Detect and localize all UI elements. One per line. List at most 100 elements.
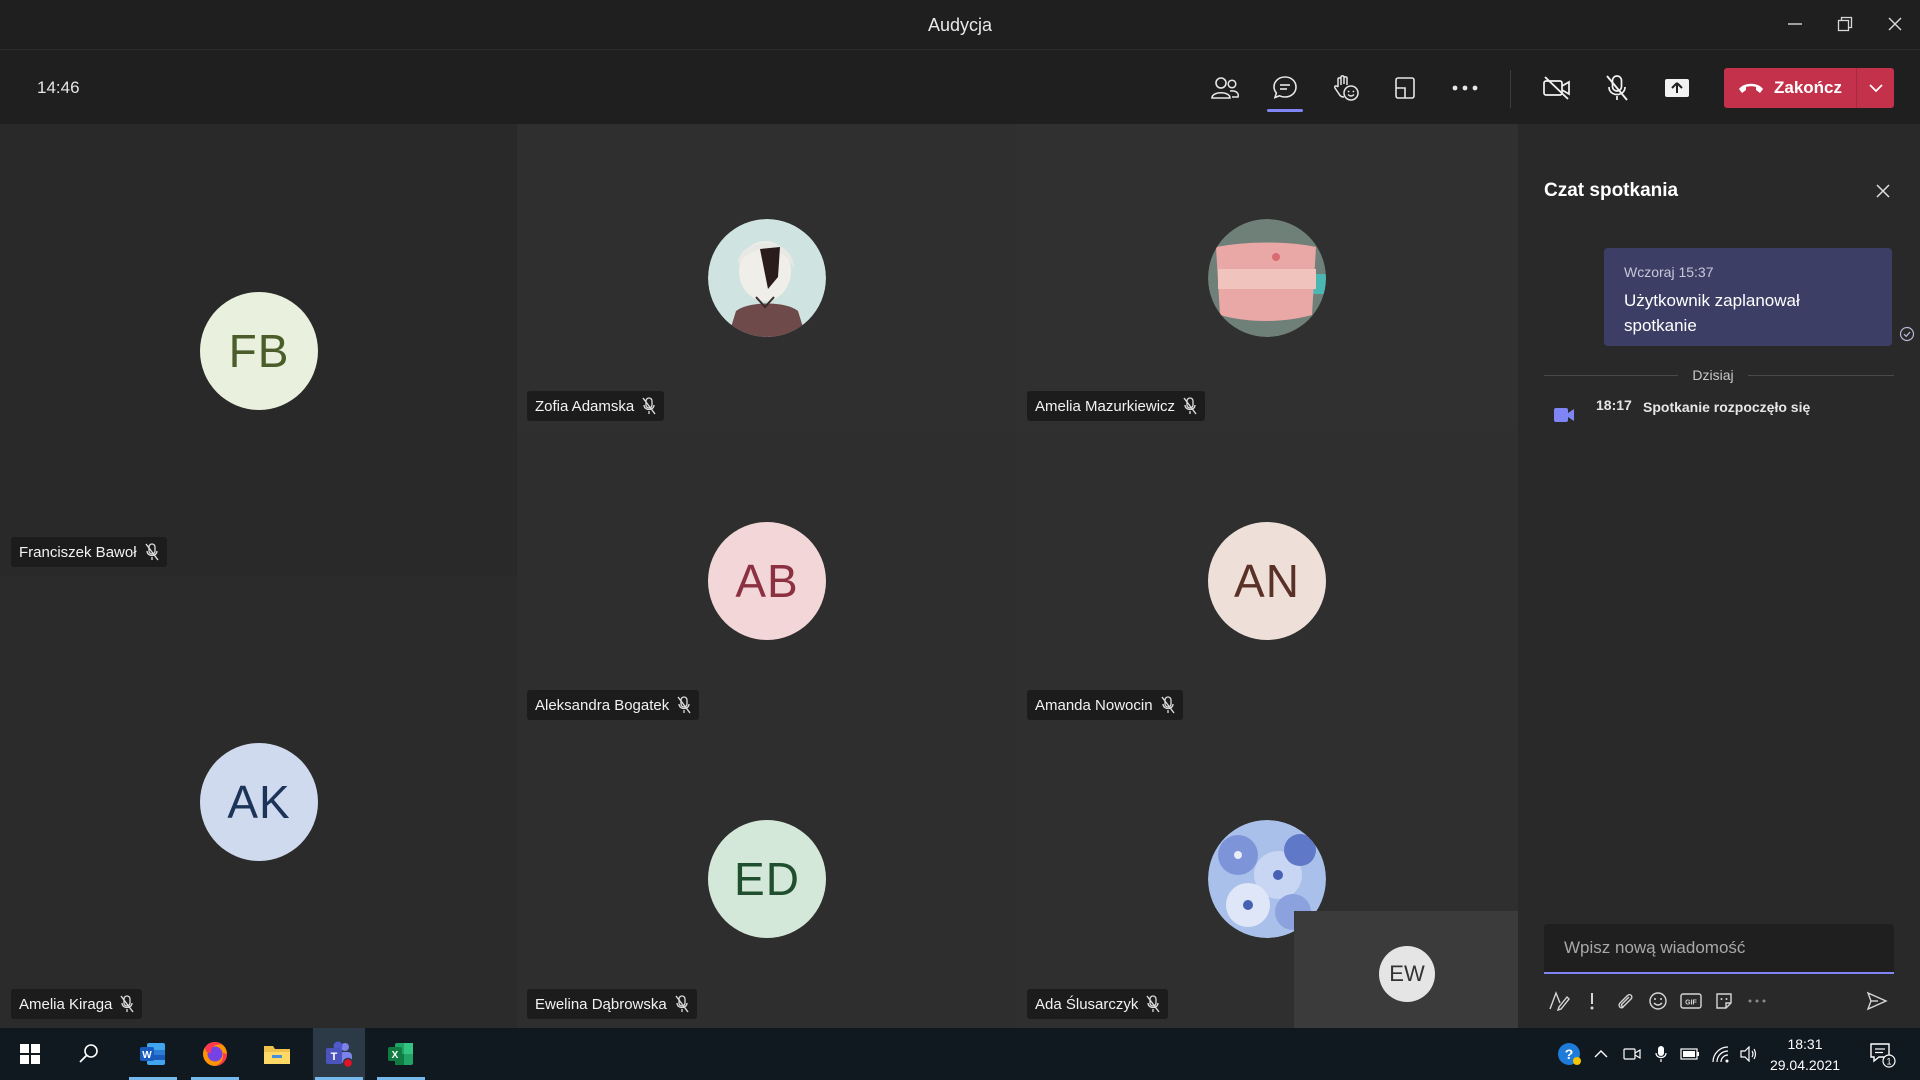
share-screen-button[interactable] [1655, 66, 1699, 110]
mic-muted-icon [1146, 995, 1160, 1013]
windows-taskbar: W T X ? 18:31 29.04.2021 1 [0, 1028, 1920, 1080]
microphone-icon [1655, 1046, 1667, 1062]
action-center-button[interactable]: 1 [1862, 1028, 1902, 1080]
message-timestamp: Wczoraj 15:37 [1624, 264, 1714, 280]
date-divider-line [1544, 375, 1678, 376]
taskbar-teams[interactable]: T [313, 1028, 365, 1080]
room-view-button[interactable] [1383, 66, 1427, 110]
participant-name: Amelia Mazurkiewicz [1035, 397, 1176, 415]
chat-close-button[interactable] [1868, 176, 1898, 206]
format-button[interactable] [1544, 986, 1574, 1016]
word-icon: W [140, 1043, 165, 1065]
more-options-button[interactable] [1443, 66, 1487, 110]
taskbar-clock[interactable]: 18:31 29.04.2021 [1760, 1034, 1850, 1076]
meeting-toolbar: 14:46 Zakończ [0, 50, 1920, 124]
chat-icon [1273, 76, 1297, 99]
important-button[interactable] [1577, 986, 1607, 1016]
participant-tile[interactable]: Zofia Adamska [517, 124, 1017, 431]
hangup-options-button[interactable] [1857, 68, 1894, 108]
avatar: AB [708, 522, 826, 640]
battery-tray-icon[interactable] [1678, 1028, 1702, 1080]
message-input[interactable] [1544, 924, 1894, 972]
mic-muted-icon [144, 543, 159, 561]
emoji-button[interactable] [1643, 986, 1673, 1016]
battery-icon [1680, 1048, 1699, 1060]
video-stage: FB Franciszek Bawoł Zofia Adamska Amelia… [0, 124, 1518, 1028]
participant-nametag: Franciszek Bawoł [11, 537, 167, 567]
participant-tile[interactable]: Amelia Mazurkiewicz [1017, 124, 1518, 431]
sticker-icon [1716, 993, 1732, 1009]
participant-tile[interactable]: AK Amelia Kiraga [0, 576, 517, 1028]
taskbar-file-explorer[interactable] [251, 1028, 303, 1080]
minimize-icon [1788, 23, 1802, 25]
camera-tray-icon[interactable] [1620, 1028, 1644, 1080]
chevron-up-icon [1594, 1050, 1608, 1058]
more-icon [1748, 999, 1766, 1003]
more-options-icon [1452, 85, 1478, 91]
message-text: Użytkownik zaplanował spotkanie [1624, 291, 1800, 335]
show-hidden-icons-button[interactable] [1589, 1028, 1613, 1080]
mic-toggle-button[interactable] [1595, 66, 1639, 110]
search-button[interactable] [63, 1028, 115, 1080]
help-icon: ? [1558, 1043, 1581, 1065]
participants-button[interactable] [1203, 66, 1247, 110]
participant-tile[interactable]: ED Ewelina Dąbrowska [517, 729, 1017, 1028]
read-receipt-icon [1899, 326, 1915, 342]
chat-message: Wczoraj 15:37 Użytkownik zaplanował spot… [1604, 248, 1892, 346]
taskbar-excel[interactable]: X [375, 1028, 427, 1080]
minimize-button[interactable] [1770, 0, 1820, 48]
notification-count: 1 [1886, 1057, 1891, 1067]
hangup-button-group: Zakończ [1724, 68, 1894, 108]
emoji-icon [1649, 992, 1667, 1010]
more-compose-options-button[interactable] [1742, 986, 1772, 1016]
attach-button[interactable] [1610, 986, 1640, 1016]
avatar: ED [708, 820, 826, 938]
reactions-icon [1334, 75, 1359, 101]
sticker-button[interactable] [1709, 986, 1739, 1016]
participant-nametag: Aleksandra Bogatek [527, 690, 700, 720]
toolbar-divider [1510, 70, 1511, 108]
microphone-tray-icon[interactable] [1649, 1028, 1673, 1080]
participant-tile[interactable]: AN Amanda Nowocin [1017, 431, 1518, 729]
teams-icon: T [326, 1041, 354, 1068]
self-view[interactable]: EW [1294, 911, 1518, 1028]
chat-button[interactable] [1263, 66, 1307, 112]
close-icon [1876, 184, 1890, 198]
mic-muted-icon [642, 397, 656, 415]
gif-button[interactable]: GIF [1676, 986, 1706, 1016]
camera-toggle-button[interactable] [1535, 66, 1579, 110]
clock-date: 29.04.2021 [1769, 1057, 1841, 1073]
reactions-button[interactable] [1323, 66, 1367, 110]
hangup-label: Zakończ [1774, 78, 1843, 97]
participant-tile[interactable]: AB Aleksandra Bogatek [517, 431, 1017, 729]
participant-nametag: Ada Ślusarczyk [1027, 989, 1169, 1019]
help-tray-button[interactable]: ? [1554, 1028, 1584, 1080]
event-text: Spotkanie rozpoczęło się [1643, 399, 1811, 415]
start-button[interactable] [4, 1028, 56, 1080]
close-window-button[interactable] [1870, 0, 1920, 48]
mic-muted-icon [677, 696, 691, 714]
wifi-icon [1712, 1046, 1729, 1063]
share-screen-icon [1665, 79, 1689, 97]
mic-off-icon [1606, 75, 1628, 101]
participants-icon [1211, 77, 1239, 99]
close-icon [1888, 17, 1902, 31]
search-icon [79, 1044, 98, 1063]
attach-icon [1618, 993, 1633, 1009]
taskbar-firefox[interactable] [189, 1028, 241, 1080]
hangup-button[interactable]: Zakończ [1724, 68, 1856, 108]
speaker-icon [1740, 1046, 1757, 1062]
compose-box [1544, 924, 1894, 974]
mic-muted-icon [1183, 397, 1197, 415]
taskbar-word[interactable]: W [127, 1028, 179, 1080]
participant-tile[interactable]: FB Franciszek Bawoł [0, 124, 517, 576]
mic-muted-icon [120, 995, 134, 1013]
volume-tray-icon[interactable] [1737, 1028, 1761, 1080]
avatar-photo [708, 219, 826, 337]
send-button[interactable] [1862, 986, 1892, 1016]
network-tray-icon[interactable] [1709, 1028, 1733, 1080]
chat-title: Czat spotkania [1544, 180, 1679, 201]
restore-button[interactable] [1820, 0, 1870, 48]
participant-name: Amanda Nowocin [1035, 696, 1153, 714]
notifications-icon: 1 [1870, 1043, 1896, 1068]
